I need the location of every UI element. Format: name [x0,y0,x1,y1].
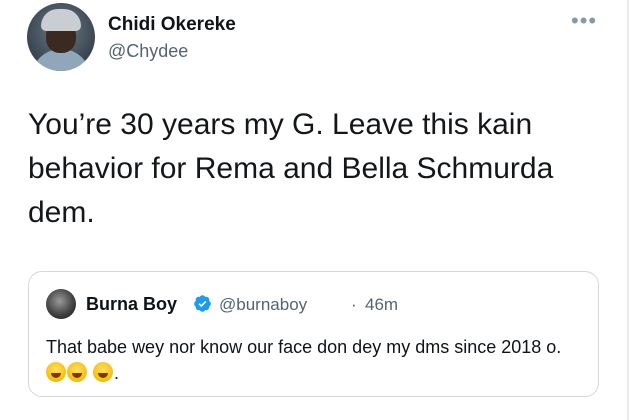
rolling-on-floor-laughing-icon [67,362,87,382]
quoted-author-handle[interactable]: @burnaboy [219,295,307,315]
more-options-icon[interactable]: ••• [571,8,597,34]
quoted-text-end: . [114,363,120,383]
author-avatar[interactable] [27,3,95,71]
meta-separator: · [351,295,357,314]
quoted-tweet-time[interactable]: 46m [365,295,398,315]
quoted-tweet-card[interactable]: Burna Boy @burnaboy · 46m That babe wey … [28,271,599,397]
quoted-text-start: That babe wey nor know our face don dey … [46,337,562,357]
quoted-tweet-text: That babe wey nor know our face don dey … [46,334,586,386]
avatar-cap [41,9,81,31]
rolling-on-floor-laughing-icon [93,362,114,382]
quoted-author-name[interactable]: Burna Boy [86,294,177,315]
face-with-tears-of-joy-icon [46,362,66,382]
verified-badge-icon [194,295,211,312]
tweet-text: You’re 30 years my G. Leave this kain be… [28,108,554,229]
author-handle[interactable]: @Chydee [108,41,188,62]
author-name[interactable]: Chidi Okereke [108,14,236,36]
quoted-author-avatar[interactable] [46,289,76,319]
